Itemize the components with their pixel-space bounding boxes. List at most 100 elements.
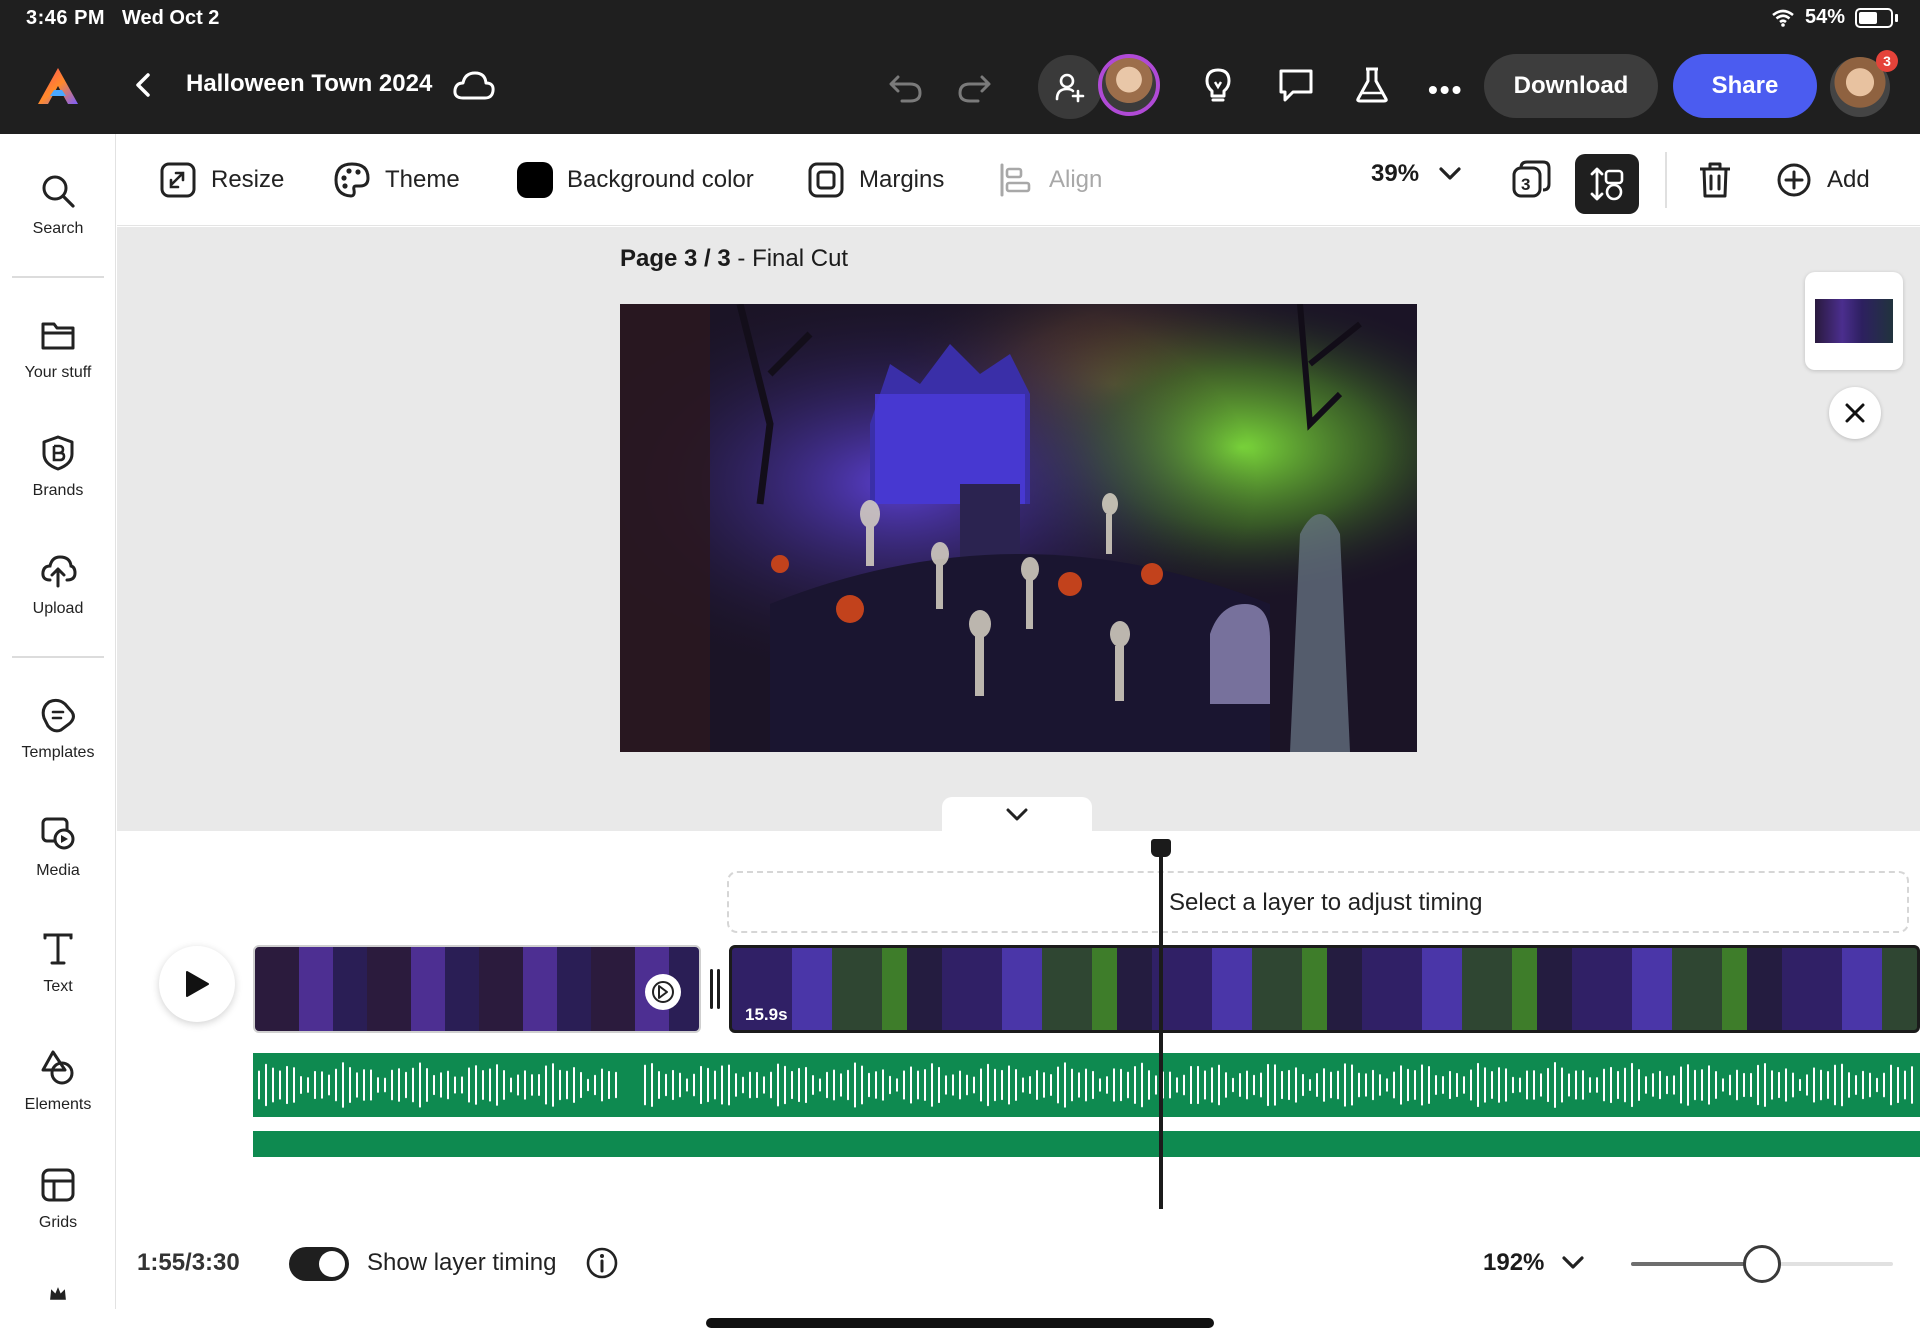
cloud-icon[interactable] [452, 68, 496, 102]
clip-split-handle[interactable] [703, 947, 727, 1031]
chevron-down-icon [1562, 1256, 1584, 1269]
align-tool[interactable]: Align [997, 158, 1102, 202]
audio-track[interactable] [253, 1053, 1920, 1117]
close-button[interactable] [1829, 387, 1881, 439]
info-icon[interactable] [585, 1246, 619, 1280]
add-person-icon [1055, 73, 1085, 103]
redo-icon[interactable] [954, 67, 994, 107]
download-button[interactable]: Download [1484, 54, 1658, 118]
lightbulb-icon[interactable] [1198, 65, 1238, 105]
sidebar-item-label: Text [43, 978, 73, 995]
current-time: 1:55/3:30 [137, 1249, 240, 1276]
more-icon[interactable]: ••• [1428, 74, 1463, 106]
canvas-area: Page 3 / 3 - Final Cut [117, 227, 1920, 833]
sidebar-item-upload[interactable]: Upload [0, 552, 116, 618]
page-thumbnail[interactable] [1805, 272, 1903, 370]
sidebar-item-label: Upload [32, 600, 84, 617]
margins-icon [808, 162, 844, 198]
canvas-zoom-value: 39% [1371, 160, 1420, 187]
theme-tool[interactable]: Theme [333, 158, 460, 202]
canvas-zoom-dropdown[interactable]: 39% [1371, 160, 1461, 188]
slider-thumb[interactable] [1743, 1245, 1781, 1283]
layer-timing-hint: Select a layer to adjust timing [1169, 889, 1483, 916]
chevron-down-icon [1006, 808, 1028, 821]
invite-button[interactable] [1038, 55, 1102, 119]
sidebar-item-label: Media [36, 862, 80, 879]
sidebar-item-text[interactable]: Text [0, 930, 116, 996]
divider [12, 276, 104, 278]
play-icon [186, 971, 209, 997]
undo-icon[interactable] [886, 67, 926, 107]
sidebar-item-search[interactable]: Search [0, 172, 116, 238]
chevron-left-icon [136, 73, 150, 97]
timeline-toggle-button[interactable] [1575, 154, 1639, 214]
video-clip-2[interactable] [729, 945, 1920, 1033]
sidebar-item-premium[interactable] [0, 1284, 116, 1304]
grids-icon [41, 1168, 75, 1202]
share-button[interactable]: Share [1673, 54, 1817, 118]
resize-label: Resize [211, 166, 285, 193]
crown-icon [50, 1287, 66, 1300]
templates-icon [41, 698, 75, 733]
playhead[interactable] [1159, 839, 1163, 1209]
margins-label: Margins [859, 166, 945, 193]
timeline-panel: Select a layer to adjust timing 15.9s 1:… [117, 831, 1920, 1309]
background-color-tool[interactable]: Background color [517, 158, 754, 202]
collapse-timeline-button[interactable] [942, 797, 1092, 833]
collaborator-avatar[interactable] [1098, 54, 1160, 116]
show-layer-timing-toggle[interactable] [289, 1247, 349, 1281]
status-indicators: 54% [1771, 6, 1898, 29]
audio-track-2[interactable] [253, 1131, 1920, 1157]
page-title[interactable]: Page 3 / 3 - Final Cut [620, 245, 848, 273]
sidebar-item-templates[interactable]: Templates [0, 696, 116, 762]
divider [12, 656, 104, 658]
video-preview[interactable] [620, 304, 1417, 752]
wifi-icon [1772, 9, 1794, 27]
chevron-down-icon [1439, 167, 1461, 180]
video-clip-1[interactable] [253, 945, 701, 1033]
timeline-zoom-slider[interactable] [1631, 1245, 1893, 1283]
comment-icon[interactable] [1276, 65, 1316, 105]
trash-icon[interactable] [1695, 160, 1735, 200]
background-color-swatch [517, 162, 553, 198]
sidebar-item-elements[interactable]: Elements [0, 1048, 116, 1114]
play-button[interactable] [159, 946, 235, 1022]
status-date: Wed Oct 2 [122, 7, 220, 29]
sidebar-item-label: Templates [21, 744, 95, 761]
home-indicator [706, 1318, 1214, 1328]
transition-button[interactable] [645, 974, 681, 1010]
halloween-village-scene [620, 304, 1417, 752]
page-name: - Final Cut [730, 245, 849, 272]
background-color-label: Background color [567, 166, 754, 193]
palette-icon [334, 162, 370, 198]
add-label: Add [1827, 166, 1870, 193]
flask-icon[interactable] [1352, 65, 1392, 105]
sidebar-item-label: Your stuff [24, 364, 92, 381]
margins-tool[interactable]: Margins [807, 158, 944, 202]
show-layer-timing-label: Show layer timing [367, 1249, 557, 1276]
sidebar-item-grids[interactable]: Grids [0, 1166, 116, 1232]
align-label: Align [1049, 166, 1103, 193]
svg-text:3: 3 [1521, 175, 1530, 194]
sidebar-item-media[interactable]: Media [0, 814, 116, 880]
playhead-handle[interactable] [1151, 839, 1171, 857]
clip-duration: 15.9s [745, 1005, 788, 1024]
timeline-zoom-dropdown[interactable]: 192% [1483, 1249, 1584, 1277]
adobe-express-logo[interactable] [36, 66, 80, 106]
page-thumbnail-image [1815, 299, 1893, 343]
upload-icon [41, 555, 77, 588]
close-icon [1845, 403, 1865, 423]
timeline-zoom-value: 192% [1483, 1249, 1545, 1276]
sidebar-item-your-stuff[interactable]: Your stuff [0, 316, 116, 382]
top-bar: 3:46 PM Wed Oct 2 54% Halloween Town 202… [0, 0, 1920, 134]
toolbar: Resize Theme Background color Margins Al… [117, 134, 1920, 226]
notification-badge: 3 [1876, 50, 1898, 72]
document-title[interactable]: Halloween Town 2024 [186, 70, 432, 98]
elements-icon [41, 1050, 74, 1085]
sidebar-item-brands[interactable]: Brands [0, 434, 116, 500]
resize-tool[interactable]: Resize [159, 158, 284, 202]
pages-icon[interactable]: 3 [1511, 158, 1553, 200]
back-button[interactable] [128, 70, 158, 100]
add-button[interactable]: Add [1775, 158, 1870, 202]
left-rail: Search Your stuff Brands Upload Template… [0, 134, 116, 1309]
